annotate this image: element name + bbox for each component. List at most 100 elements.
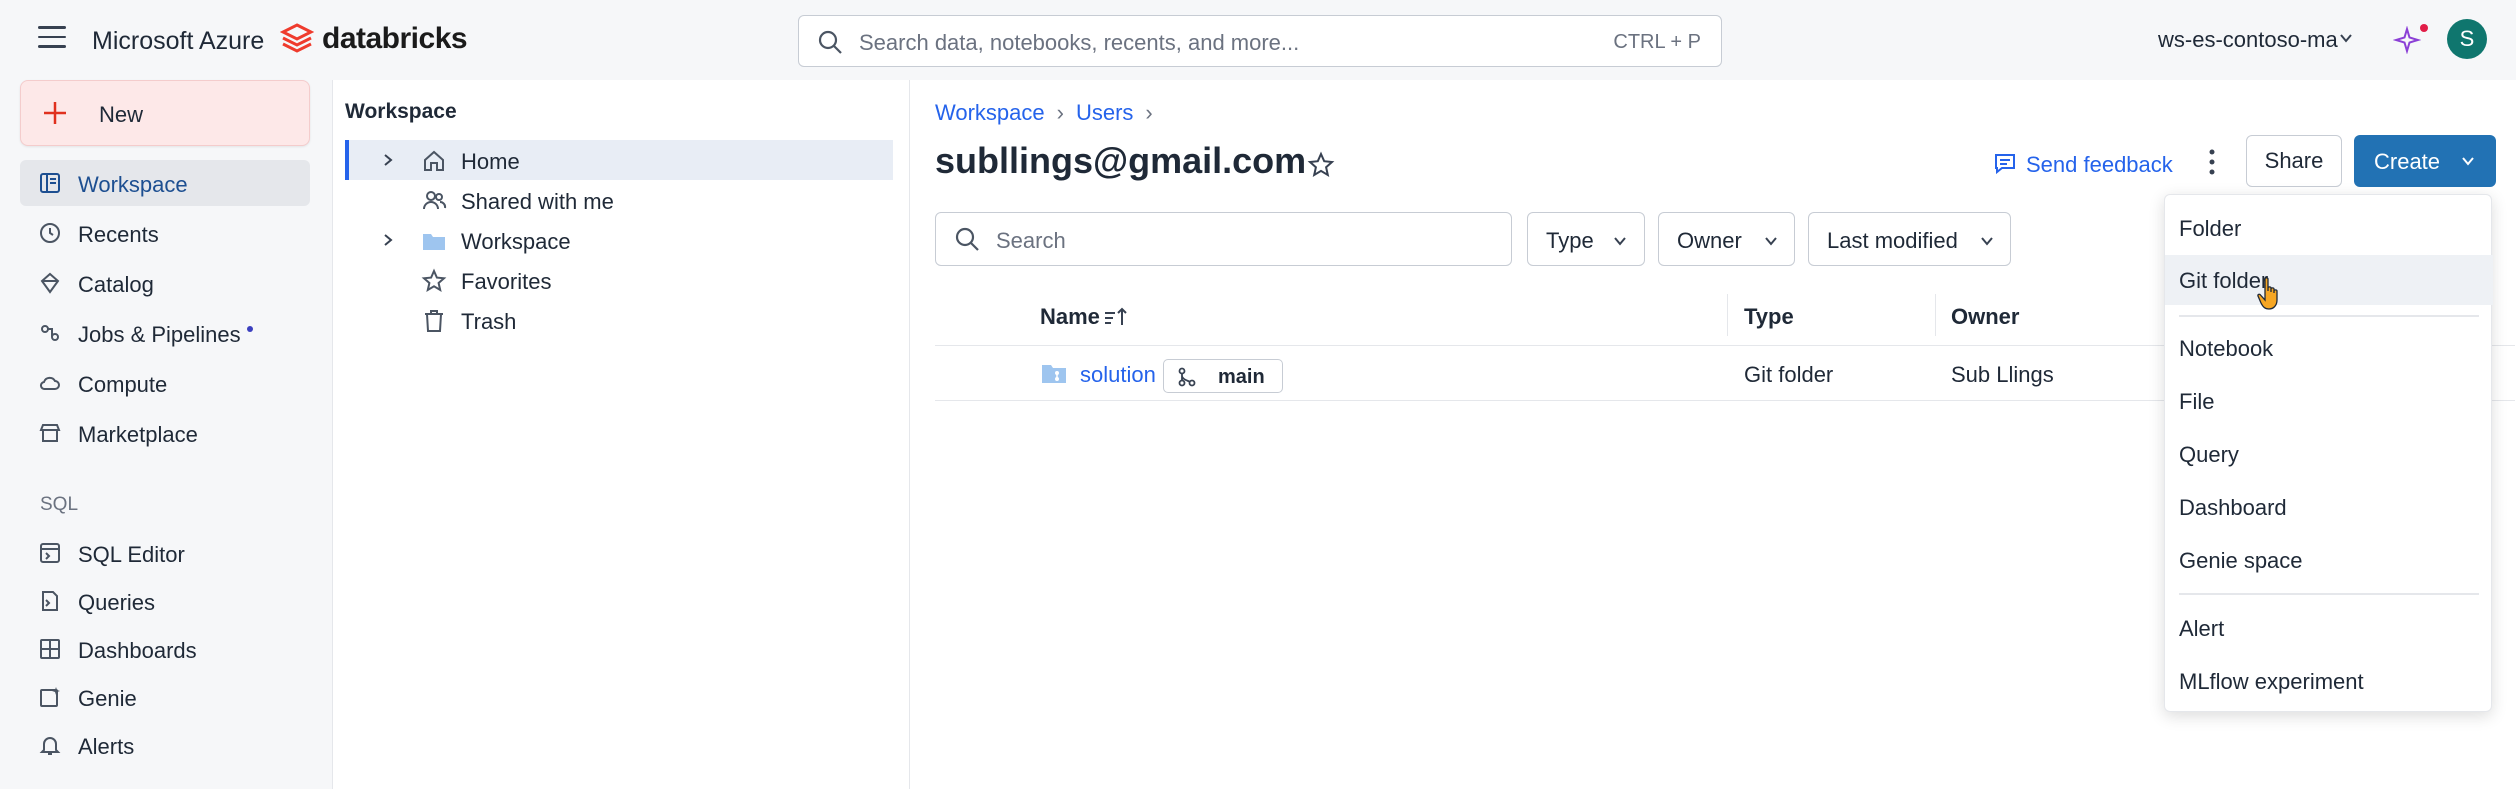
sidebar-item-label: Recents: [78, 222, 159, 247]
new-button[interactable]: New: [20, 80, 310, 146]
sidebar-item-compute[interactable]: Compute: [20, 360, 310, 406]
sidebar-item-marketplace[interactable]: Marketplace: [20, 410, 310, 456]
breadcrumb-workspace[interactable]: Workspace: [935, 100, 1045, 125]
filter-label: Last modified: [1827, 228, 1958, 253]
chevron-right-icon[interactable]: [381, 153, 395, 167]
avatar[interactable]: S: [2447, 19, 2487, 59]
jobs-icon: [41, 325, 59, 341]
menu-item-file[interactable]: File: [2165, 376, 2493, 426]
more-options-icon[interactable]: [2202, 146, 2222, 178]
folder-icon: [423, 234, 445, 250]
row-name-link[interactable]: solution: [1080, 362, 1156, 388]
menu-item-query[interactable]: Query: [2165, 429, 2493, 479]
sidebar-item-jobs-pipelines[interactable]: Jobs & Pipelines: [20, 310, 310, 356]
sidebar-item-label: Genie: [78, 686, 137, 711]
feedback-icon: [1995, 154, 2015, 175]
menu-item-label: Git folder: [2179, 268, 2269, 293]
menu-divider: [2179, 315, 2479, 317]
sidebar-item-catalog[interactable]: Catalog: [20, 260, 310, 306]
new-indicator-dot: [246, 326, 253, 332]
search-placeholder: Search data, notebooks, recents, and mor…: [859, 30, 1300, 55]
tree-item-favorites[interactable]: Favorites: [345, 260, 893, 300]
brand-name[interactable]: databricks: [322, 22, 468, 56]
send-feedback-label: Send feedback: [2026, 152, 2173, 177]
tree-title: Workspace: [345, 100, 457, 123]
menu-item-label: Folder: [2179, 216, 2242, 241]
home-icon: [424, 150, 444, 171]
tree-item-workspace[interactable]: Workspace: [345, 220, 893, 260]
sidebar-item-recents[interactable]: Recents: [20, 210, 310, 256]
menu-icon[interactable]: [38, 26, 66, 50]
column-divider[interactable]: [1727, 294, 1728, 336]
chevron-down-icon[interactable]: [2338, 30, 2354, 46]
filter-owner[interactable]: Owner: [1658, 212, 1795, 266]
menu-item-genie-space[interactable]: Genie space: [2165, 535, 2493, 585]
tree-item-home[interactable]: Home: [345, 140, 893, 180]
share-button[interactable]: Share: [2246, 135, 2342, 187]
sidebar: New Workspace Recents Catalog Jobs & Pip…: [0, 80, 330, 789]
menu-item-folder[interactable]: Folder: [2165, 203, 2493, 253]
assistant-sparkle-icon[interactable]: [2393, 26, 2421, 54]
top-bar: Microsoft Azure databricks Search data, …: [0, 0, 2516, 80]
menu-item-label: Notebook: [2179, 336, 2274, 361]
sidebar-item-sql-editor[interactable]: SQL Editor: [20, 530, 310, 576]
create-button[interactable]: Create: [2354, 135, 2496, 187]
column-divider[interactable]: [1935, 294, 1936, 336]
column-header-owner[interactable]: Owner: [1951, 304, 2019, 330]
sidebar-item-queries[interactable]: Queries: [20, 578, 310, 624]
sidebar-item-dashboards[interactable]: Dashboards: [20, 626, 310, 672]
menu-item-git-folder[interactable]: Git folder: [2165, 255, 2493, 305]
create-button-label: Create: [2374, 149, 2441, 174]
workspace-selector[interactable]: ws-es-contoso-ma: [2158, 27, 2338, 53]
tree-item-label: Shared with me: [461, 189, 614, 214]
column-header-name[interactable]: Name: [1040, 304, 1100, 330]
column-header-type[interactable]: Type: [1744, 304, 1794, 330]
tree-item-shared-with-me[interactable]: Shared with me: [345, 180, 893, 220]
filter-last-modified[interactable]: Last modified: [1808, 212, 2011, 266]
chevron-right-icon[interactable]: [381, 233, 395, 247]
search-icon: [818, 30, 842, 54]
catalog-icon: [40, 272, 60, 294]
breadcrumb: Workspace › Users ›: [935, 100, 1165, 126]
sidebar-item-label: Catalog: [78, 272, 154, 297]
hand-cursor-icon: [2257, 277, 2278, 310]
tree-item-label: Trash: [461, 309, 517, 334]
breadcrumb-separator: ›: [1145, 100, 1153, 125]
create-dropdown-menu: Folder Git folder Notebook File Query Da…: [2164, 194, 2493, 712]
star-icon: [421, 268, 447, 293]
workspace-icon: [40, 173, 60, 193]
menu-item-label: Query: [2179, 442, 2239, 467]
queries-icon: [42, 591, 58, 611]
filter-type[interactable]: Type: [1527, 212, 1645, 266]
tree-item-label: Favorites: [461, 269, 552, 294]
sidebar-item-label: Jobs & Pipelines: [78, 322, 241, 347]
new-button-label: New: [99, 102, 144, 127]
breadcrumb-users[interactable]: Users: [1076, 100, 1133, 125]
sidebar-item-alerts[interactable]: Alerts: [20, 722, 310, 768]
sort-ascending-icon[interactable]: [1103, 305, 1129, 329]
sidebar-item-label: Alerts: [78, 734, 135, 759]
menu-item-notebook[interactable]: Notebook: [2165, 323, 2493, 373]
global-search-input[interactable]: Search data, notebooks, recents, and mor…: [798, 15, 1722, 67]
menu-item-label: Alert: [2179, 616, 2225, 641]
sidebar-item-label: Workspace: [78, 172, 188, 197]
row-type: Git folder: [1744, 362, 1834, 387]
databricks-logo-icon[interactable]: [280, 22, 314, 56]
sidebar-item-label-wrap: Jobs & Pipelines: [78, 322, 253, 348]
users-icon: [423, 191, 447, 210]
sidebar-item-workspace[interactable]: Workspace: [20, 160, 310, 206]
tree-item-label: Home: [461, 149, 520, 174]
search-input[interactable]: Search: [935, 212, 1512, 266]
chevron-down-icon: [2462, 157, 2474, 166]
sql-editor-icon: [40, 543, 60, 563]
filter-label: Type: [1546, 228, 1594, 253]
menu-item-dashboard[interactable]: Dashboard: [2165, 482, 2493, 532]
sidebar-item-genie[interactable]: Genie: [20, 674, 310, 720]
tree-item-label: Workspace: [461, 229, 571, 254]
favorite-star-icon[interactable]: [1306, 150, 1336, 180]
branch-badge[interactable]: main: [1163, 359, 1283, 393]
menu-item-alert[interactable]: Alert: [2165, 603, 2493, 653]
menu-item-label: Genie space: [2179, 548, 2303, 573]
menu-item-mlflow-experiment[interactable]: MLflow experiment: [2165, 656, 2493, 706]
tree-item-trash[interactable]: Trash: [345, 300, 893, 340]
